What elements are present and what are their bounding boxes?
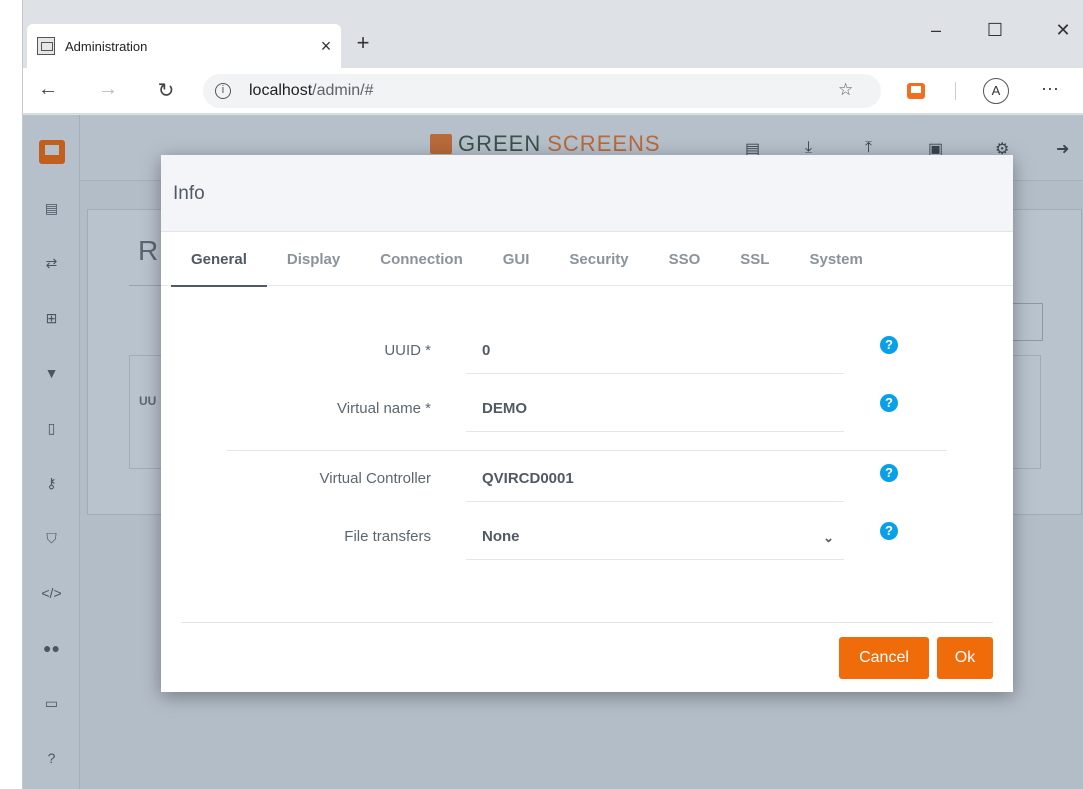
tab-title: Administration	[65, 38, 148, 54]
tab-sso[interactable]: SSO	[649, 232, 721, 286]
transfer-icon: ⇄	[45, 254, 58, 271]
dialog-header: Info	[161, 155, 1013, 232]
minimize-button[interactable]: –	[916, 20, 956, 41]
tab-strip: Administration × + – ☐ ✕	[23, 0, 1083, 68]
toolbar-separator	[955, 82, 956, 100]
cancel-button[interactable]: Cancel	[839, 637, 929, 679]
sidebar-item-list[interactable]: ▤	[23, 193, 80, 223]
tab-general[interactable]: General	[171, 232, 267, 287]
url-path: /admin/#	[312, 82, 374, 99]
profile-avatar[interactable]: A	[983, 78, 1009, 104]
tab-ssl[interactable]: SSL	[720, 232, 789, 286]
sidebar-item-users[interactable]: ●●	[23, 633, 80, 663]
sign-out-icon[interactable]: ➜	[1056, 139, 1069, 159]
sidebar-item-sitemap[interactable]: ⊞	[23, 303, 80, 333]
brand-green: GREEN	[458, 131, 542, 156]
sidebar-item-home[interactable]	[23, 137, 80, 167]
file-transfers-select[interactable]: None ⌄	[466, 516, 844, 560]
tab-security[interactable]: Security	[549, 232, 648, 286]
dialog-tabs: General Display Connection GUI Security …	[161, 232, 1013, 287]
form-row-virtual-controller: Virtual Controller QVIRCD0001 ?	[161, 450, 1013, 508]
form-row-virtual-name: Virtual name * DEMO ?	[161, 380, 1013, 438]
url-host: localhost	[249, 82, 313, 99]
sidebar: ▤ ⇄ ⊞ ▼ ▯ ⚷ ⛉ </> ●● ▭ ?	[23, 115, 80, 789]
reload-button[interactable]: ↻	[151, 78, 181, 103]
sidebar-item-desktop[interactable]: ▭	[23, 688, 80, 718]
uuid-label: UUID *	[384, 342, 431, 359]
browser-toolbar: ← → ↻ i localhost/admin/# ☆ A ···	[23, 68, 1083, 114]
tab-connection[interactable]: Connection	[360, 232, 483, 286]
filter-icon: ▼	[44, 365, 59, 381]
file-transfers-label: File transfers	[344, 528, 431, 545]
desktop-icon: ▭	[44, 694, 59, 711]
virtual-name-label: Virtual name *	[337, 400, 431, 417]
virtual-name-field[interactable]: DEMO	[466, 388, 844, 432]
tab-close-icon[interactable]: ×	[311, 36, 341, 57]
background-heading: R	[138, 235, 159, 266]
uuid-field[interactable]: 0	[466, 330, 844, 374]
sidebar-item-filter[interactable]: ▼	[23, 358, 80, 388]
key-icon: ⚷	[46, 474, 57, 491]
url-text: localhost/admin/#	[249, 82, 374, 100]
users-icon: ●●	[43, 640, 60, 656]
browser-tab[interactable]: Administration ×	[27, 24, 341, 68]
extension-icon[interactable]	[907, 83, 925, 99]
sidebar-item-transfer[interactable]: ⇄	[23, 248, 80, 278]
bookmark-star-icon[interactable]: ☆	[838, 80, 853, 100]
mobile-icon: ▯	[47, 419, 56, 436]
tab-display[interactable]: Display	[267, 232, 360, 286]
virtual-name-help-icon[interactable]: ?	[880, 394, 898, 412]
forward-button[interactable]: →	[93, 78, 123, 101]
monitor-icon	[38, 140, 65, 164]
browser-window: Administration × + – ☐ ✕ ← → ↻ i localho…	[0, 0, 1083, 789]
code-icon: </>	[41, 585, 62, 601]
file-transfers-value: None	[482, 528, 520, 545]
list-icon: ▤	[44, 199, 59, 216]
sidebar-item-shield[interactable]: ⛉	[23, 523, 80, 553]
site-info-icon[interactable]: i	[215, 83, 231, 99]
shield-icon: ⛉	[46, 529, 57, 546]
virtual-controller-field[interactable]: QVIRCD0001	[466, 458, 844, 502]
app-area: ▤ ⇄ ⊞ ▼ ▯ ⚷ ⛉ </> ●● ▭ ? GREEN SCREENS ▤	[23, 115, 1083, 789]
footer-divider	[181, 622, 993, 623]
more-menu-icon[interactable]: ···	[1041, 78, 1059, 99]
virtual-controller-help-icon[interactable]: ?	[880, 464, 898, 482]
ok-button[interactable]: Ok	[937, 637, 993, 679]
address-bar[interactable]: i localhost/admin/#	[203, 74, 881, 108]
sidebar-item-code[interactable]: </>	[23, 578, 80, 608]
background-search-input	[1013, 303, 1043, 341]
brand-logo: GREEN SCREENS	[430, 131, 661, 157]
brand-monitor-icon	[430, 134, 452, 154]
virtual-controller-label: Virtual Controller	[319, 470, 431, 487]
uuid-help-icon[interactable]: ?	[880, 336, 898, 354]
form-row-file-transfers: File transfers None ⌄ ?	[161, 508, 1013, 566]
help-icon: ?	[47, 750, 56, 766]
sidebar-item-key[interactable]: ⚷	[23, 468, 80, 498]
new-tab-button[interactable]: +	[348, 30, 378, 56]
close-window-button[interactable]: ✕	[1043, 20, 1083, 41]
chevron-down-icon[interactable]: ⌄	[823, 530, 834, 546]
sitemap-icon: ⊞	[45, 309, 58, 326]
dialog-title: Info	[173, 183, 205, 204]
back-button[interactable]: ←	[33, 78, 63, 101]
brand-screens: SCREENS	[547, 131, 661, 156]
maximize-button[interactable]: ☐	[975, 20, 1015, 41]
favicon-icon	[37, 37, 55, 55]
info-dialog: Info General Display Connection GUI Secu…	[161, 155, 1013, 692]
tab-system[interactable]: System	[789, 232, 882, 286]
tab-gui[interactable]: GUI	[483, 232, 550, 286]
background-column-header: UU	[139, 394, 157, 408]
sidebar-item-help[interactable]: ?	[23, 743, 80, 773]
sidebar-item-mobile[interactable]: ▯	[23, 413, 80, 443]
file-transfers-help-icon[interactable]: ?	[880, 522, 898, 540]
form-row-uuid: UUID * 0 ?	[161, 322, 1013, 380]
